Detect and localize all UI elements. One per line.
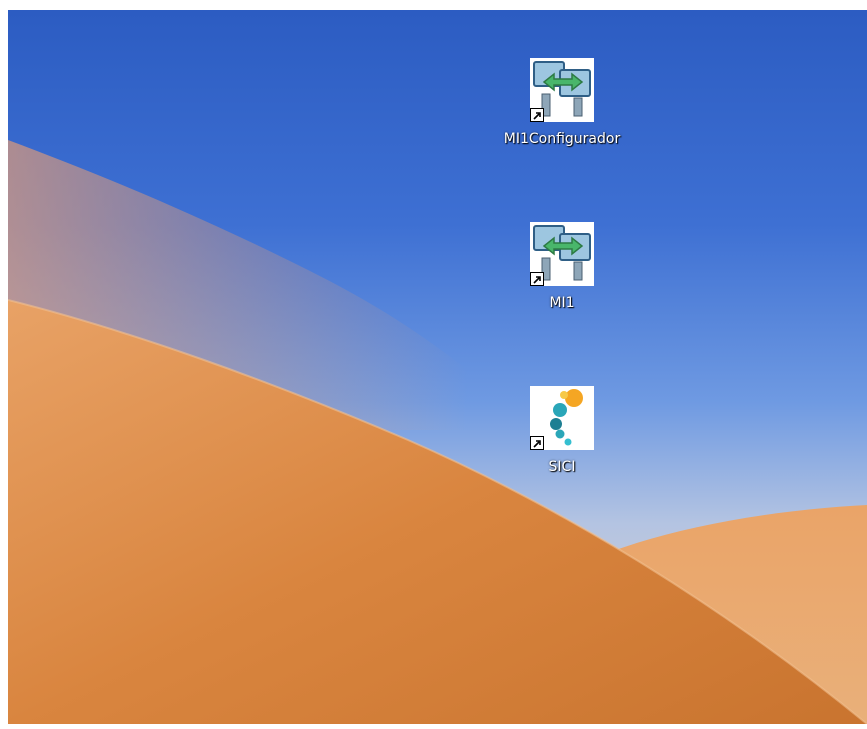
screenshot-frame: MI1Configurador MI1 SICI bbox=[0, 0, 867, 729]
shortcut-arrow-icon bbox=[530, 108, 544, 122]
desktop-shortcut-mi1configurador[interactable]: MI1Configurador bbox=[502, 58, 622, 147]
desert-wallpaper bbox=[8, 10, 867, 724]
network-sync-icon bbox=[530, 222, 594, 286]
desktop-shortcut-sici[interactable]: SICI bbox=[502, 386, 622, 475]
desktop-shortcut-label[interactable]: MI1 bbox=[502, 295, 622, 311]
network-sync-icon bbox=[530, 58, 594, 122]
desktop[interactable]: MI1Configurador MI1 SICI bbox=[8, 10, 867, 724]
shortcut-arrow-icon bbox=[530, 436, 544, 450]
desktop-shortcut-label[interactable]: SICI bbox=[502, 459, 622, 475]
desktop-shortcut-mi1[interactable]: MI1 bbox=[502, 222, 622, 311]
desktop-shortcut-label[interactable]: MI1Configurador bbox=[502, 131, 622, 147]
shortcut-arrow-icon bbox=[530, 272, 544, 286]
sici-dots-icon bbox=[530, 386, 594, 450]
